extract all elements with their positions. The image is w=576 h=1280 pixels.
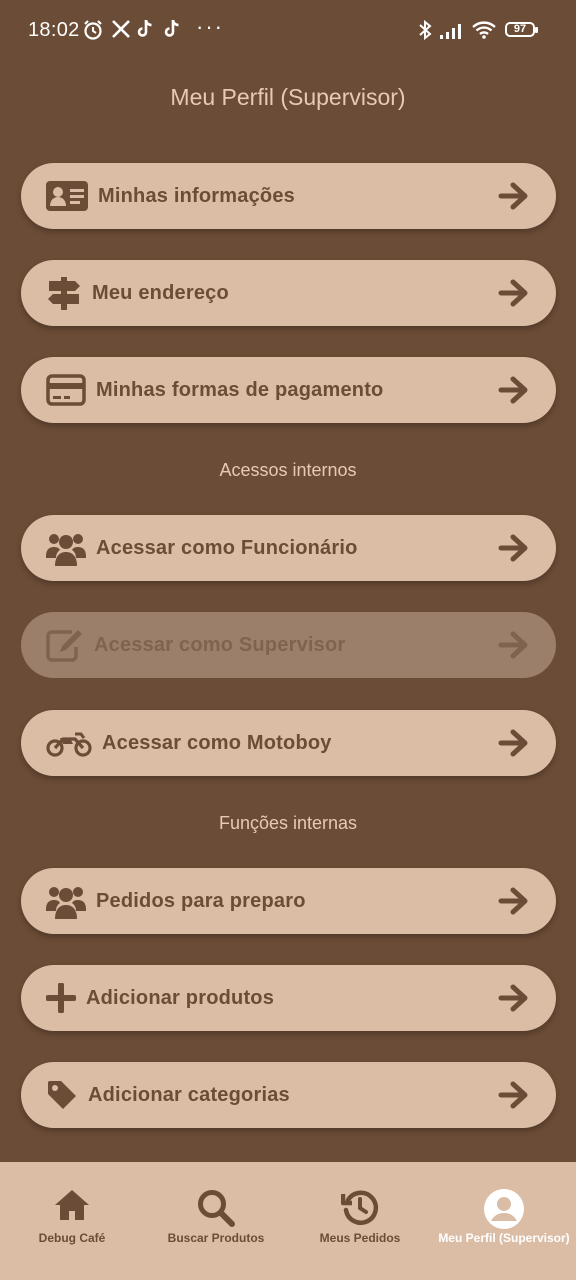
nav-label: Meu Perfil (Supervisor) bbox=[438, 1231, 570, 1245]
battery-icon: 97 bbox=[505, 22, 538, 37]
menu-item-label: Pedidos para preparo bbox=[96, 889, 306, 912]
x-logo-icon bbox=[111, 19, 131, 44]
arrow-right-icon bbox=[498, 629, 530, 666]
nav-label: Buscar Produtos bbox=[167, 1231, 265, 1245]
battery-level: 97 bbox=[513, 23, 527, 35]
arrow-right-icon bbox=[498, 180, 530, 217]
arrow-right-icon bbox=[498, 532, 530, 569]
motorcycle-icon bbox=[46, 728, 92, 758]
alarm-icon bbox=[82, 19, 104, 46]
menu-item-label: Acessar como Supervisor bbox=[94, 633, 346, 656]
menu-item-my-info[interactable]: Minhas informações bbox=[21, 163, 556, 229]
more-notifications-icon: ··· bbox=[196, 14, 224, 39]
users-icon bbox=[46, 883, 86, 919]
tag-icon bbox=[46, 1079, 78, 1111]
arrow-right-icon bbox=[498, 277, 530, 314]
nav-item-home[interactable]: Debug Café bbox=[0, 1162, 144, 1280]
bottom-navigation: Debug Café Buscar Produtos Meus Pedidos … bbox=[0, 1162, 576, 1280]
signal-icon bbox=[439, 22, 465, 45]
status-time: 18:02 bbox=[28, 19, 80, 41]
nav-item-search[interactable]: Buscar Produtos bbox=[144, 1162, 288, 1280]
menu-item-label: Adicionar produtos bbox=[86, 986, 275, 1009]
menu-item-label: Acessar como Funcionário bbox=[96, 536, 358, 559]
users-icon bbox=[46, 530, 86, 566]
menu-item-my-address[interactable]: Meu endereço bbox=[21, 260, 556, 326]
menu-item-orders-to-prepare[interactable]: Pedidos para preparo bbox=[21, 868, 556, 934]
menu-item-label: Minhas informações bbox=[98, 184, 295, 207]
nav-label: Meus Pedidos bbox=[319, 1231, 401, 1245]
arrow-right-icon bbox=[498, 727, 530, 764]
nav-item-my-orders[interactable]: Meus Pedidos bbox=[288, 1162, 432, 1280]
menu-item-payment-methods[interactable]: Minhas formas de pagamento bbox=[21, 357, 556, 423]
section-title-functions: Funções internas bbox=[218, 813, 358, 833]
menu-item-add-products[interactable]: Adicionar produtos bbox=[21, 965, 556, 1031]
arrow-right-icon bbox=[498, 885, 530, 922]
search-icon bbox=[196, 1188, 236, 1233]
menu-item-access-employee[interactable]: Acessar como Funcionário bbox=[21, 515, 556, 581]
wifi-icon bbox=[471, 20, 497, 45]
credit-card-icon bbox=[46, 374, 86, 406]
tiktok-icon bbox=[137, 19, 155, 44]
menu-item-add-categories[interactable]: Adicionar categorias bbox=[21, 1062, 556, 1128]
id-card-icon bbox=[46, 181, 88, 211]
nav-label: Debug Café bbox=[38, 1231, 106, 1245]
edit-icon bbox=[46, 628, 84, 662]
tiktok-icon bbox=[164, 19, 182, 44]
plus-icon bbox=[46, 983, 76, 1013]
menu-item-label: Adicionar categorias bbox=[88, 1083, 290, 1106]
nav-item-my-profile[interactable]: Meu Perfil (Supervisor) bbox=[432, 1162, 576, 1280]
menu-item-label: Acessar como Motoboy bbox=[102, 731, 332, 754]
menu-item-access-motoboy[interactable]: Acessar como Motoboy bbox=[21, 710, 556, 776]
status-bar: 18:02 ··· 97 bbox=[0, 0, 576, 62]
section-title-access: Acessos internos bbox=[219, 460, 357, 480]
arrow-right-icon bbox=[498, 982, 530, 1019]
menu-item-label: Meu endereço bbox=[92, 281, 229, 304]
page-title: Meu Perfil (Supervisor) bbox=[170, 84, 406, 110]
history-icon bbox=[340, 1188, 379, 1231]
arrow-right-icon bbox=[498, 374, 530, 411]
home-icon bbox=[53, 1188, 91, 1227]
menu-item-label: Minhas formas de pagamento bbox=[96, 378, 384, 401]
bluetooth-icon bbox=[418, 19, 432, 46]
arrow-right-icon bbox=[498, 1079, 530, 1116]
account-circle-icon bbox=[483, 1188, 525, 1235]
menu-item-access-supervisor: Acessar como Supervisor bbox=[21, 612, 556, 678]
signpost-icon bbox=[46, 275, 82, 311]
